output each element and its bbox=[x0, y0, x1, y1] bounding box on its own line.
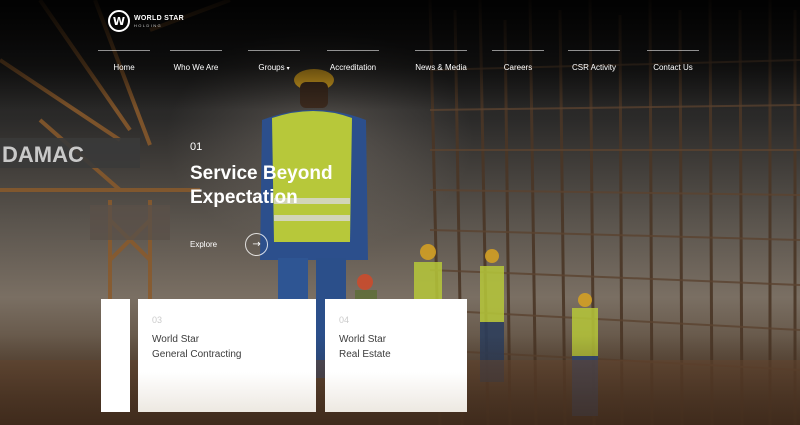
nav-item-label: Home bbox=[113, 63, 135, 72]
brand-logo[interactable]: W WORLD STAR HOLDING bbox=[108, 10, 184, 32]
card-real-estate[interactable]: 04 World Star Real Estate bbox=[325, 299, 467, 412]
card-title-line-2: General Contracting bbox=[152, 349, 242, 360]
nav-item-label: Accreditation bbox=[329, 63, 377, 72]
nav-item-careers[interactable]: Careers bbox=[498, 50, 538, 72]
nav-item-label: Who We Are bbox=[173, 63, 219, 72]
headline-line-2: Expectation bbox=[190, 187, 298, 208]
nav-item-accreditation[interactable]: Accreditation bbox=[326, 50, 380, 72]
nav-item-news-media[interactable]: News & Media bbox=[412, 50, 470, 72]
card-peek[interactable] bbox=[101, 299, 130, 412]
slide-number: 01 bbox=[190, 141, 203, 153]
hero-banner: DAMAC W WORLD STAR HOLDING Home Who We A… bbox=[0, 0, 800, 425]
explore-label: Explore bbox=[190, 240, 218, 249]
nav-item-groups[interactable]: Groups ▾ bbox=[254, 50, 294, 72]
brand-name: WORLD STAR bbox=[134, 14, 184, 22]
brand-subtitle: HOLDING bbox=[134, 22, 163, 28]
card-title-line-1: World Star bbox=[339, 334, 387, 345]
nav-item-home[interactable]: Home bbox=[104, 50, 144, 72]
arrow-right-icon[interactable]: → bbox=[245, 233, 269, 256]
nav-item-label: Groups bbox=[258, 63, 285, 72]
card-title: World Star General Contracting bbox=[152, 332, 242, 362]
card-title: World Star Real Estate bbox=[339, 332, 391, 362]
card-title-line-1: World Star bbox=[152, 334, 200, 345]
nav-item-label: News & Media bbox=[415, 63, 467, 72]
card-number: 04 bbox=[339, 315, 350, 325]
nav-item-label: CSR Activity bbox=[571, 63, 616, 72]
card-title-line-2: Real Estate bbox=[339, 349, 391, 360]
nav-item-label: Careers bbox=[503, 63, 533, 72]
nav-item-contact-us[interactable]: Contact Us bbox=[650, 50, 696, 72]
damac-crane-sign: DAMAC bbox=[2, 142, 84, 167]
card-general-contracting[interactable]: 03 World Star General Contracting bbox=[138, 299, 316, 412]
main-navigation: Home Who We Are Groups ▾ Accreditation Ne… bbox=[104, 50, 704, 80]
card-number: 03 bbox=[152, 315, 163, 325]
world-star-logo-icon: W bbox=[108, 10, 130, 32]
nav-item-label: Contact Us bbox=[653, 63, 693, 72]
chevron-down-icon: ▾ bbox=[286, 66, 290, 72]
nav-item-csr-activity[interactable]: CSR Activity bbox=[568, 50, 620, 72]
headline-line-1: Service Beyond bbox=[190, 163, 333, 184]
explore-link[interactable]: Explore → bbox=[190, 233, 269, 256]
brand-text: WORLD STAR HOLDING bbox=[134, 15, 184, 28]
hero-headline: Service Beyond Expectation bbox=[190, 162, 390, 210]
nav-item-who-we-are[interactable]: Who We Are bbox=[170, 50, 222, 72]
